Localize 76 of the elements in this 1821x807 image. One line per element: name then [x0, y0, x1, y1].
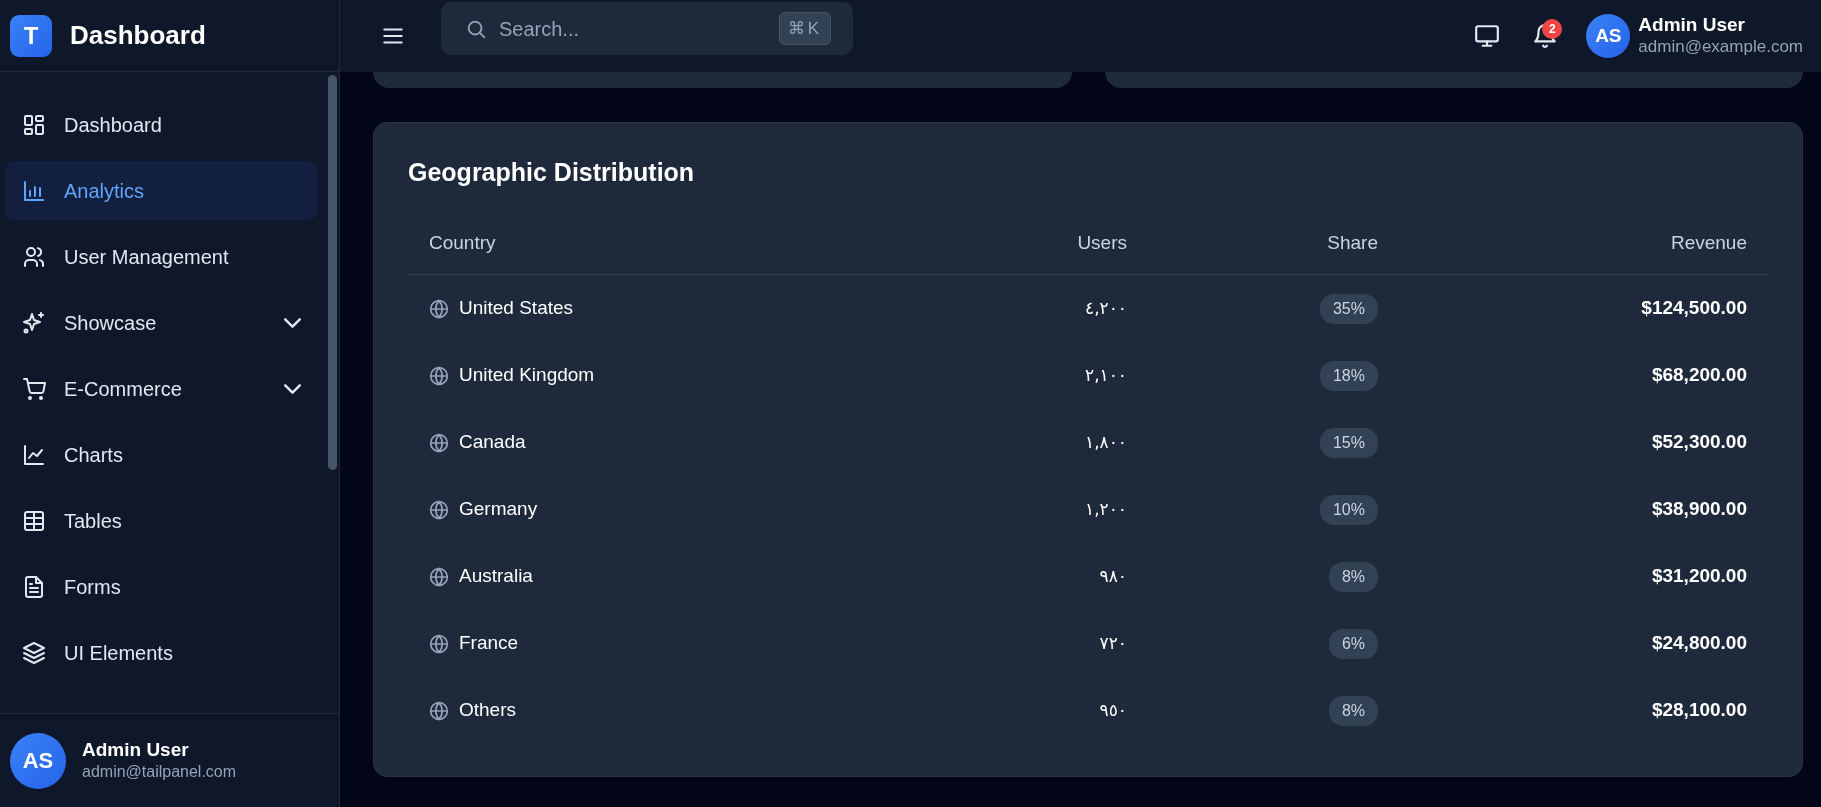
share-badge: 8% [1328, 561, 1378, 592]
sidebar-item[interactable]: Analytics [5, 161, 318, 220]
table-cell-text: $38,900.00 [1650, 497, 1748, 522]
sidebar-item[interactable]: Forms [5, 557, 318, 616]
monitor-icon [1474, 23, 1501, 49]
table-cell-text: Australia [459, 564, 533, 589]
table-icon [22, 508, 46, 533]
line-chart-icon [22, 442, 46, 467]
shortcut-key: ⌘K [778, 11, 831, 46]
globe-icon [429, 700, 449, 721]
table-cell-text: ١,٨٠٠ [1084, 430, 1128, 454]
table-cell-text: ٧٢٠ [1098, 631, 1128, 655]
table-cell-text: $28,100.00 [1650, 698, 1748, 723]
bell-icon [1532, 23, 1559, 49]
sidebar-item[interactable]: User Management [5, 227, 318, 286]
search-bar[interactable]: Search... ⌘K [441, 2, 853, 55]
chevron-down-icon [284, 317, 301, 328]
table-cell-text: France [459, 631, 519, 656]
share-badge: 6% [1328, 628, 1378, 659]
card-title: Geographic Distribution [408, 157, 696, 188]
user-name: Admin User [1638, 13, 1746, 37]
chevron-down-icon [284, 383, 301, 394]
bar-chart-icon [22, 178, 46, 203]
globe-icon [429, 432, 449, 453]
table-cell-text: Germany [459, 497, 538, 522]
user-email: admin@example.com [1638, 36, 1803, 59]
share-badge: 15% [1319, 427, 1378, 458]
avatar: AS [10, 732, 66, 789]
users-icon [22, 244, 46, 269]
app-title: Dashboard [70, 19, 206, 52]
share-badge: 18% [1319, 360, 1378, 391]
share-badge: 35% [1319, 293, 1378, 324]
sidebar-item[interactable]: Charts [5, 425, 318, 484]
table-cell-text: ١,٢٠٠ [1084, 497, 1128, 521]
table-cell-text: Others [459, 698, 517, 723]
user-email: admin@tailpanel.com [82, 761, 237, 782]
globe-icon [429, 298, 449, 319]
sidebar-item[interactable]: Showcase [5, 293, 318, 352]
scrollbar-thumb[interactable] [328, 75, 337, 470]
table-cell-text: $31,200.00 [1650, 564, 1748, 589]
search-field[interactable]: Search... [497, 12, 769, 45]
sidebar-item[interactable]: Dashboard [5, 95, 318, 154]
notification-count: 2 [1542, 19, 1563, 39]
notifications-button[interactable]: 2 [1528, 19, 1563, 53]
globe-icon [429, 633, 449, 654]
document-icon [22, 574, 46, 599]
table-cell-text: ٤,٢٠٠ [1084, 296, 1128, 320]
share-badge: 10% [1319, 494, 1378, 525]
table-cell-text: United States [459, 296, 574, 321]
table-cell-text: $24,800.00 [1650, 631, 1748, 656]
layers-icon [22, 640, 46, 665]
user-name: Admin User [82, 738, 190, 762]
column-header: Revenue [1669, 231, 1748, 256]
column-header: Country [428, 231, 497, 256]
sidebar-item[interactable]: UI Elements [5, 623, 318, 682]
table-cell-text: ٢,١٠٠ [1084, 363, 1128, 387]
sparkles-icon [22, 310, 46, 335]
table-cell-text: $68,200.00 [1650, 363, 1748, 388]
table-cell-text: ٩٨٠ [1098, 564, 1128, 588]
share-badge: 8% [1328, 695, 1378, 726]
avatar: AS [1586, 14, 1631, 58]
logo: T [10, 14, 52, 57]
table-cell-text: Canada [459, 430, 526, 455]
cart-icon [22, 376, 46, 401]
globe-icon [429, 499, 449, 520]
table-cell-text: $124,500.00 [1640, 296, 1748, 321]
globe-icon [429, 365, 449, 386]
table-cell-text: $52,300.00 [1650, 430, 1748, 455]
table-cell-text: ٩٥٠ [1098, 698, 1128, 722]
sidebar-item[interactable]: Tables [5, 491, 318, 550]
dashboard-icon [22, 112, 46, 137]
table-cell-text: United Kingdom [459, 363, 595, 388]
sidebar-item[interactable]: E-Commerce [5, 359, 318, 418]
column-header: Share [1326, 231, 1379, 256]
column-header: Users [1076, 231, 1128, 256]
globe-icon [429, 566, 449, 587]
